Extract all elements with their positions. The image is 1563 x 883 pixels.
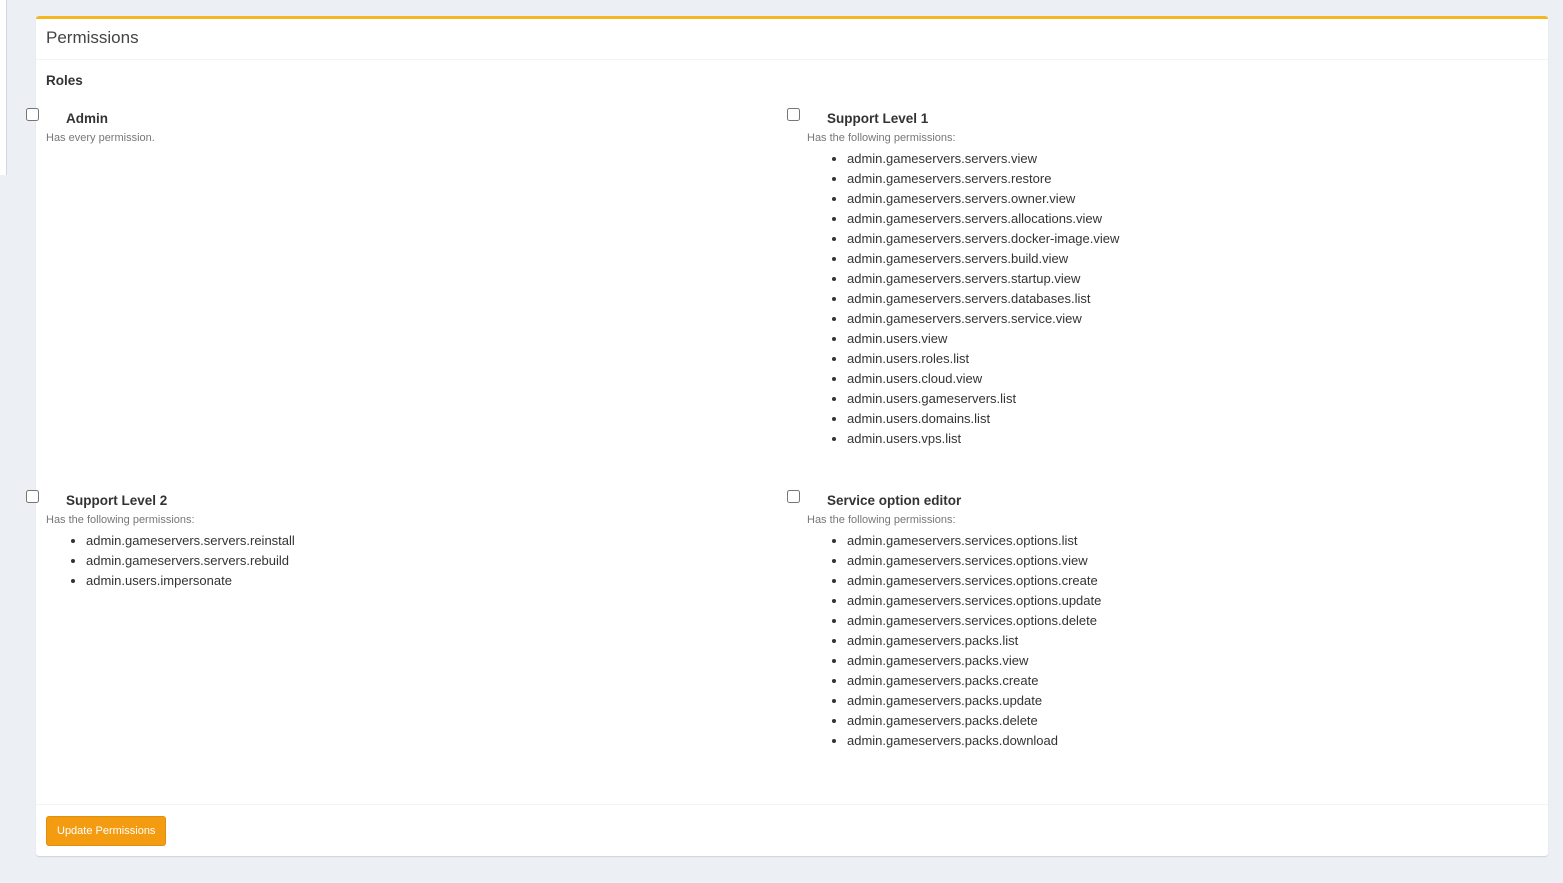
role-description: Has the following permissions: xyxy=(807,514,956,526)
permission-list: admin.gameservers.servers.reinstall admi… xyxy=(46,531,295,591)
role-name: Support Level 2 xyxy=(66,493,168,508)
permission-item: admin.gameservers.servers.allocations.vi… xyxy=(847,209,1119,229)
permission-item: admin.gameservers.packs.list xyxy=(847,631,1101,651)
permission-item: admin.users.view xyxy=(847,329,1119,349)
update-permissions-button[interactable]: Update Permissions xyxy=(46,816,167,846)
permission-item: admin.gameservers.services.options.creat… xyxy=(847,571,1101,591)
role-description: Has every permission. xyxy=(46,132,155,144)
permission-item: admin.gameservers.services.options.updat… xyxy=(847,591,1101,611)
permission-item: admin.gameservers.packs.create xyxy=(847,671,1101,691)
role-checkbox-support-level-2[interactable] xyxy=(26,490,39,503)
permission-item: admin.gameservers.servers.databases.list xyxy=(847,289,1119,309)
permission-item: admin.users.impersonate xyxy=(86,571,295,591)
permission-item: admin.users.roles.list xyxy=(847,349,1119,369)
permission-item: admin.gameservers.servers.docker-image.v… xyxy=(847,229,1119,249)
panel-header: Permissions xyxy=(36,19,1548,60)
role-checkbox-service-option-editor[interactable] xyxy=(787,490,800,503)
permission-item: admin.users.vps.list xyxy=(847,429,1119,449)
permissions-panel: Permissions Roles Admin Has every permis… xyxy=(26,16,1548,856)
roles-label: Roles xyxy=(46,73,83,88)
permission-item: admin.gameservers.servers.owner.view xyxy=(847,189,1119,209)
role-name: Support Level 1 xyxy=(827,111,929,126)
permission-item: admin.gameservers.packs.update xyxy=(847,691,1101,711)
role-description: Has the following permissions: xyxy=(46,514,195,526)
permission-item: admin.users.gameservers.list xyxy=(847,389,1119,409)
permission-item: admin.gameservers.servers.view xyxy=(847,149,1119,169)
permission-item: admin.gameservers.servers.service.view xyxy=(847,309,1119,329)
sidebar-edge xyxy=(0,0,7,175)
permission-list: admin.gameservers.servers.view admin.gam… xyxy=(807,149,1119,449)
permission-item: admin.gameservers.servers.restore xyxy=(847,169,1119,189)
permission-item: admin.gameservers.packs.delete xyxy=(847,711,1101,731)
permission-item: admin.gameservers.servers.rebuild xyxy=(86,551,295,571)
panel-title: Permissions xyxy=(46,28,139,47)
permission-item: admin.gameservers.services.options.view xyxy=(847,551,1101,571)
permission-item: admin.gameservers.packs.download xyxy=(847,731,1101,751)
role-name: Service option editor xyxy=(827,493,962,508)
permission-item: admin.gameservers.servers.build.view xyxy=(847,249,1119,269)
panel-footer: Update Permissions xyxy=(36,804,1548,856)
permission-item: admin.gameservers.services.options.delet… xyxy=(847,611,1101,631)
permission-item: admin.gameservers.servers.startup.view xyxy=(847,269,1119,289)
permission-item: admin.gameservers.services.options.list xyxy=(847,531,1101,551)
permission-item: admin.users.domains.list xyxy=(847,409,1119,429)
role-checkbox-support-level-1[interactable] xyxy=(787,108,800,121)
role-checkbox-admin[interactable] xyxy=(26,108,39,121)
permission-item: admin.users.cloud.view xyxy=(847,369,1119,389)
permission-item: admin.gameservers.servers.reinstall xyxy=(86,531,295,551)
role-description: Has the following permissions: xyxy=(807,132,956,144)
permission-list: admin.gameservers.services.options.list … xyxy=(807,531,1101,751)
permission-item: admin.gameservers.packs.view xyxy=(847,651,1101,671)
role-name: Admin xyxy=(66,111,108,126)
